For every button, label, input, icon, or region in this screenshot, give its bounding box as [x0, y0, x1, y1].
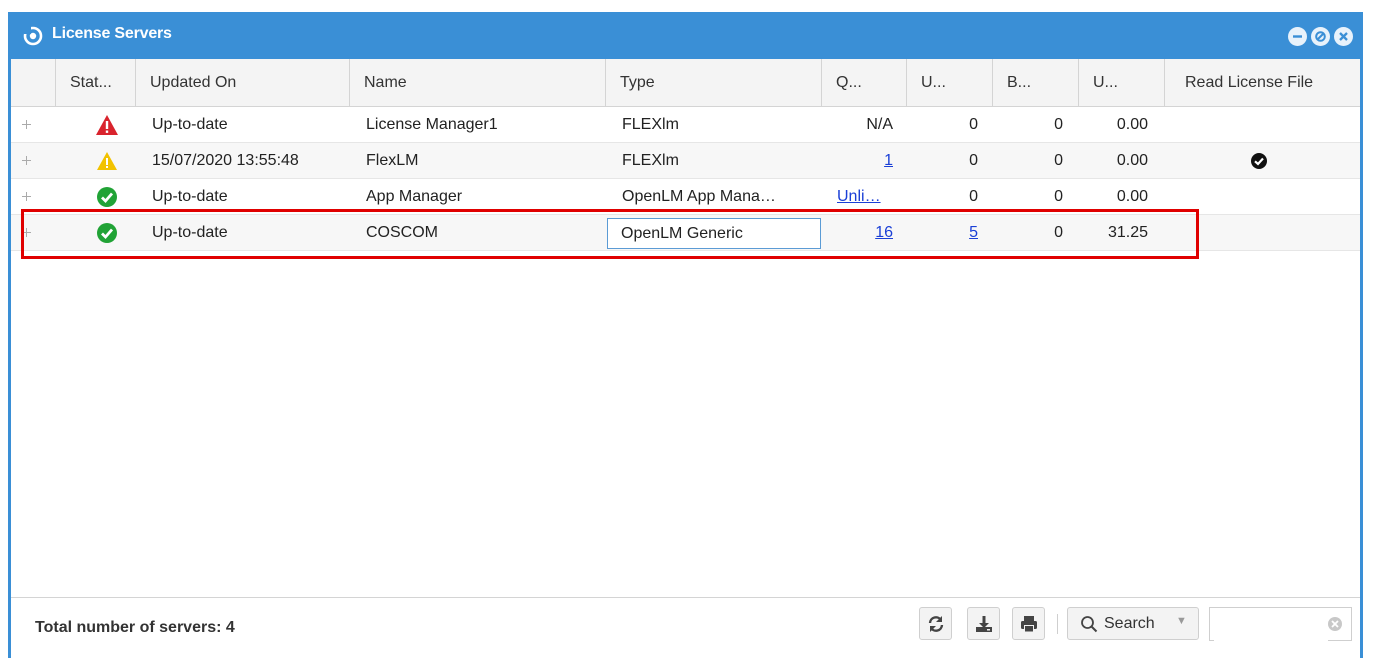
cell-updated-on: Up-to-date — [152, 116, 228, 133]
cell-name: App Manager — [366, 188, 463, 205]
cell-u1: 0 — [969, 188, 978, 205]
cell-q-link[interactable]: Unli… — [837, 179, 881, 214]
cell-u2: 0.00 — [1116, 116, 1148, 133]
header-u2[interactable]: U... — [1078, 59, 1164, 106]
license-servers-window: License Servers Stat... Updated On Name … — [8, 12, 1363, 659]
header-name[interactable]: Name — [349, 59, 605, 106]
header-status[interactable]: Stat... — [55, 59, 135, 106]
ok-status-icon — [97, 187, 117, 207]
header-read-license-file[interactable]: Read License File — [1164, 59, 1360, 106]
search-input[interactable] — [1214, 609, 1328, 641]
cell-name: FlexLM — [366, 152, 419, 169]
license-server-icon — [23, 26, 43, 46]
cell-type: FLEXlm — [622, 152, 679, 169]
expand-icon[interactable] — [21, 191, 32, 202]
refresh-icon — [928, 616, 944, 632]
header-type[interactable]: Type — [605, 59, 821, 106]
cell-u2: 31.25 — [1107, 224, 1148, 241]
search-icon — [1081, 616, 1098, 633]
cell-updated-on: Up-to-date — [152, 188, 228, 205]
grid-header: Stat... Updated On Name Type Q... U... B… — [11, 59, 1360, 107]
expand-icon[interactable] — [21, 227, 32, 238]
ok-status-icon — [97, 223, 117, 243]
cell-q-link[interactable]: 16 — [821, 215, 893, 250]
table-row-selected[interactable]: Up-to-date COSCOM OpenLM Generic 16 5 0 … — [11, 215, 1360, 251]
header-updated-on[interactable]: Updated On — [135, 59, 349, 106]
window-title: License Servers — [52, 25, 172, 42]
export-button[interactable] — [967, 607, 1000, 640]
cell-type: OpenLM App Mana… — [622, 188, 776, 205]
download-icon — [976, 616, 992, 632]
chevron-down-icon: ▼ — [1176, 615, 1187, 627]
search-label: Search — [1104, 615, 1155, 632]
minimize-button[interactable] — [1288, 27, 1307, 46]
refresh-button[interactable] — [919, 607, 952, 640]
print-icon — [1021, 616, 1037, 633]
table-row[interactable]: Up-to-date License Manager1 FLEXlm N/A 0… — [11, 107, 1360, 143]
expand-icon[interactable] — [21, 155, 32, 166]
minimize-icon — [1293, 35, 1302, 38]
cell-b: 0 — [1054, 152, 1063, 169]
search-mode-dropdown[interactable]: Search ▼ — [1067, 607, 1199, 640]
header-q[interactable]: Q... — [821, 59, 906, 106]
error-status-icon — [96, 115, 118, 135]
print-button[interactable] — [1012, 607, 1045, 640]
cell-b: 0 — [1054, 116, 1063, 133]
search-field[interactable] — [1209, 607, 1352, 641]
header-expander-col — [11, 59, 55, 106]
expand-icon[interactable] — [21, 119, 32, 130]
restore-icon — [1315, 31, 1326, 42]
total-servers-label: Total number of servers: 4 — [35, 619, 235, 636]
read-license-check-icon — [1251, 153, 1267, 169]
window-controls — [1288, 27, 1353, 46]
cell-u2: 0.00 — [1116, 152, 1148, 169]
clear-search-icon[interactable] — [1327, 616, 1343, 632]
cell-q-link[interactable]: 1 — [821, 143, 893, 178]
header-b[interactable]: B... — [992, 59, 1078, 106]
cell-type: FLEXlm — [622, 116, 679, 133]
cell-name: COSCOM — [366, 224, 438, 241]
cell-u2: 0.00 — [1116, 188, 1148, 205]
header-u1[interactable]: U... — [906, 59, 992, 106]
cell-type-editor[interactable]: OpenLM Generic — [607, 218, 821, 249]
close-button[interactable] — [1334, 27, 1353, 46]
cell-updated-on: Up-to-date — [152, 224, 228, 241]
cell-q: N/A — [866, 116, 893, 133]
cell-b: 0 — [1054, 224, 1063, 241]
restore-button[interactable] — [1311, 27, 1330, 46]
cell-u1-link[interactable]: 5 — [906, 215, 978, 250]
cell-b: 0 — [1054, 188, 1063, 205]
toolbar-divider — [1057, 614, 1058, 634]
table-row[interactable]: 15/07/2020 13:55:48 FlexLM FLEXlm 1 0 0 … — [11, 143, 1360, 179]
cell-u1: 0 — [969, 116, 978, 133]
close-icon — [1339, 32, 1348, 41]
window-titlebar[interactable]: License Servers — [8, 12, 1363, 59]
cell-u1: 0 — [969, 152, 978, 169]
cell-name: License Manager1 — [366, 116, 498, 133]
warning-status-icon — [97, 152, 117, 170]
grid-panel: Stat... Updated On Name Type Q... U... B… — [11, 59, 1360, 659]
table-row[interactable]: Up-to-date App Manager OpenLM App Mana… … — [11, 179, 1360, 215]
cell-updated-on: 15/07/2020 13:55:48 — [152, 152, 299, 169]
